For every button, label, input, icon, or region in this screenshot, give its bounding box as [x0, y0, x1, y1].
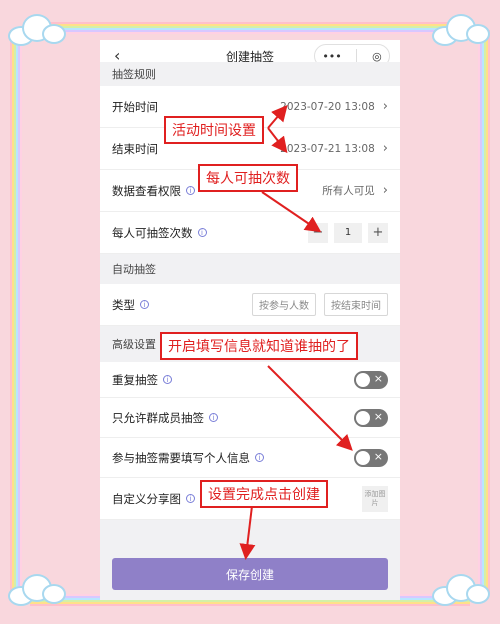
increment-button[interactable]: + — [368, 222, 388, 243]
section-header-auto: 自动抽签 — [100, 254, 400, 284]
info-icon[interactable]: i — [186, 494, 195, 503]
cloud-decoration-top-right — [432, 12, 492, 52]
info-icon[interactable]: i — [197, 228, 207, 237]
repeat-draw-row: 重复抽签 i × — [100, 362, 400, 398]
draw-count-label: 每人可抽签次数 — [112, 225, 193, 240]
end-time-label: 结束时间 — [112, 141, 158, 156]
annotation-create: 设置完成点击创建 — [200, 480, 328, 508]
info-icon[interactable]: i — [209, 413, 218, 422]
annotation-draw-count: 每人可抽次数 — [198, 164, 298, 192]
section-header-rules: 抽签规则 — [100, 62, 400, 86]
annotation-time-setting: 活动时间设置 — [164, 116, 264, 144]
info-icon[interactable]: i — [255, 453, 264, 462]
rainbow-border-right — [478, 30, 490, 594]
draw-count-value[interactable]: 1 — [334, 222, 362, 243]
annotation-info-required: 开启填写信息就知道谁抽的了 — [160, 332, 358, 360]
more-icon[interactable]: ••• — [322, 50, 341, 63]
start-time-value: 2023-07-20 13:08 — [280, 100, 375, 113]
type-option-participants[interactable]: 按参与人数 — [252, 293, 316, 316]
members-only-label: 只允许群成员抽签 — [112, 410, 204, 425]
chevron-right-icon: › — [382, 99, 388, 114]
draw-count-row: 每人可抽签次数 i − 1 + — [100, 212, 400, 254]
section-title: 抽签规则 — [112, 68, 156, 81]
info-icon[interactable]: i — [140, 300, 149, 309]
info-icon[interactable]: i — [163, 375, 172, 384]
type-label: 类型 — [112, 297, 135, 312]
decrement-button[interactable]: − — [308, 222, 328, 243]
section-title: 自动抽签 — [112, 263, 156, 276]
type-option-end-time[interactable]: 按结束时间 — [324, 293, 388, 316]
chevron-right-icon: › — [382, 141, 388, 156]
type-row: 类型 i 按参与人数 按结束时间 — [100, 284, 400, 326]
cloud-decoration-top-left — [8, 12, 68, 52]
members-only-toggle[interactable]: × — [354, 408, 388, 427]
visibility-value: 所有人可见 — [322, 185, 375, 197]
chevron-right-icon: › — [382, 183, 388, 198]
start-time-label: 开始时间 — [112, 99, 158, 114]
info-required-toggle[interactable]: × — [354, 448, 388, 467]
members-only-row: 只允许群成员抽签 i × — [100, 398, 400, 438]
end-time-value: 2023-07-21 13:08 — [280, 142, 375, 155]
cloud-decoration-bottom-left — [8, 572, 68, 612]
save-create-button[interactable]: 保存创建 — [112, 558, 388, 590]
add-image-button[interactable]: 添加图片 — [362, 485, 388, 512]
section-title: 高级设置 — [112, 338, 156, 351]
info-required-label: 参与抽签需要填写个人信息 — [112, 450, 250, 465]
visibility-label: 数据查看权限 — [112, 183, 181, 198]
cloud-decoration-bottom-right — [432, 572, 492, 612]
rainbow-border-top — [30, 22, 470, 34]
share-image-label: 自定义分享图 — [112, 491, 181, 506]
repeat-draw-label: 重复抽签 — [112, 372, 158, 387]
rainbow-border-left — [10, 30, 22, 594]
draw-count-stepper: − 1 + — [308, 222, 388, 243]
info-required-row: 参与抽签需要填写个人信息 i × — [100, 438, 400, 478]
repeat-draw-toggle[interactable]: × — [354, 370, 388, 389]
info-icon[interactable]: i — [186, 186, 195, 195]
close-record-icon[interactable]: ◎ — [372, 50, 382, 63]
